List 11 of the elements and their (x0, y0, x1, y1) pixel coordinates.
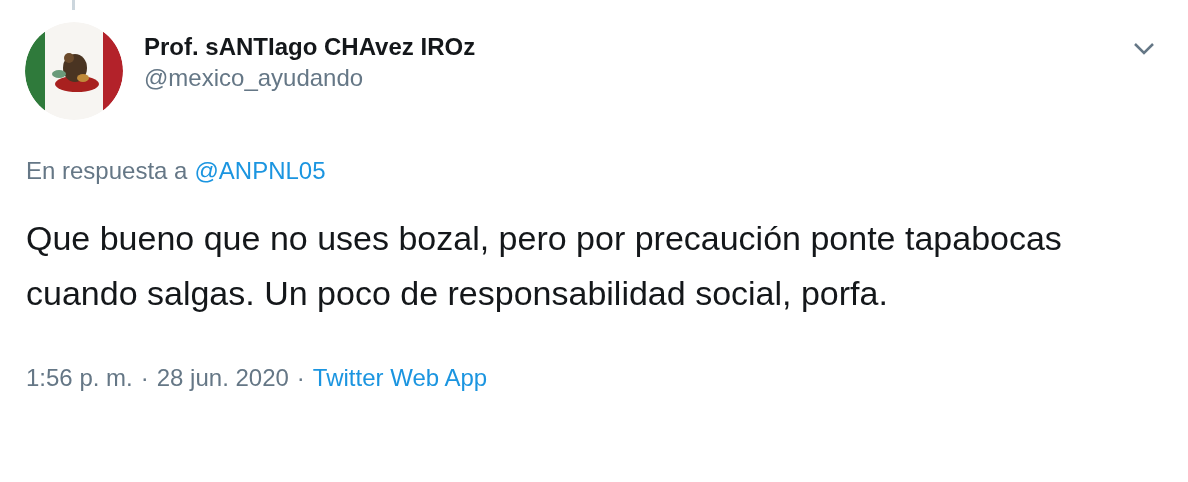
display-name[interactable]: Prof. sANTIago CHAvez IROz (144, 32, 1133, 62)
tweet-date[interactable]: 28 jun. 2020 (156, 363, 289, 393)
mention-link[interactable]: @ANPNL05 (194, 156, 326, 186)
reply-label: En respuesta a (26, 156, 188, 186)
source-link[interactable]: Twitter Web App (312, 363, 488, 393)
chevron-down-icon[interactable] (1133, 42, 1155, 56)
tweet-text: Que bueno que no uses bozal, pero por precaución ponte tapabocas cuando salgas. Un poco de responsabilidad social, porfa. (25, 218, 1063, 314)
separator-dot: · (296, 363, 305, 393)
separator-dot: · (140, 363, 149, 393)
tweet-time[interactable]: 1:56 p. m. (26, 363, 133, 393)
user-handle[interactable]: @mexico_ayudando (144, 63, 1133, 93)
